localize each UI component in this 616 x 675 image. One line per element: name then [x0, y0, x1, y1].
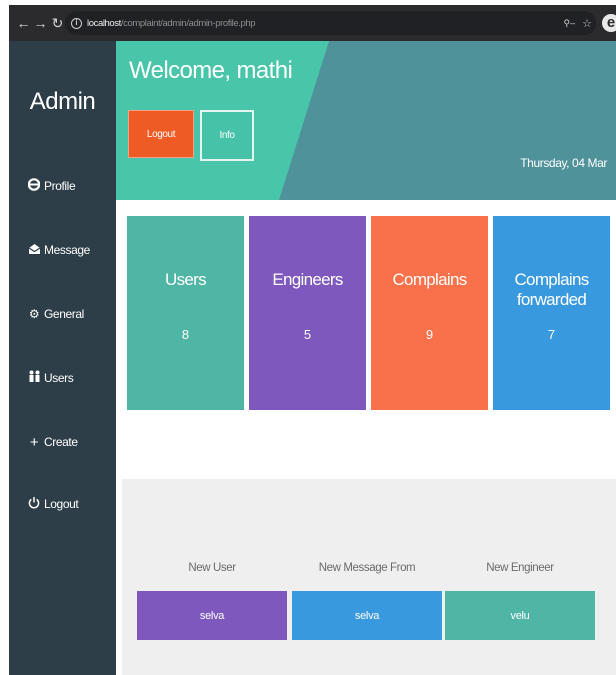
recent-label-new-engineer: New Engineer — [486, 562, 554, 574]
stat-card-title: Engineers — [272, 270, 343, 289]
sidebar-item-logout[interactable]: Logout — [28, 492, 79, 516]
info-button[interactable]: Info — [200, 110, 254, 161]
site-info-icon[interactable]: i — [71, 17, 82, 29]
back-arrow-icon[interactable]: ← — [15, 5, 32, 41]
user-icon — [27, 178, 41, 194]
url-host: localhost — [87, 17, 121, 29]
recent-value-new-message[interactable]: selva — [292, 591, 442, 640]
welcome-header: Welcome, mathi Logout Info Thursday, 04 … — [116, 41, 616, 200]
envelope-icon — [28, 243, 41, 258]
stat-card-complains-forwarded[interactable]: Complains forwarded 7 — [493, 216, 610, 410]
bookmark-star-icon[interactable]: ☆ — [582, 17, 592, 30]
stat-card-users[interactable]: Users 8 — [127, 216, 244, 410]
browser-profile-icon[interactable]: e — [602, 14, 616, 32]
sidebar-item-general[interactable]: ⚙ General — [28, 302, 84, 326]
recent-label-new-message: New Message From — [318, 562, 416, 574]
sidebar-item-label: Profile — [44, 179, 76, 193]
gear-icon: ⚙ — [28, 307, 40, 321]
power-icon — [28, 496, 40, 512]
browser-window: ← → ↻ i localhost/complaint/admin/admin-… — [9, 5, 616, 675]
plus-icon: + — [29, 433, 39, 451]
sidebar: Admin Profile Message ⚙ General Users + — [9, 41, 116, 675]
sidebar-item-message[interactable]: Message — [28, 238, 90, 262]
sidebar-item-users[interactable]: Users — [28, 366, 74, 390]
logout-button[interactable]: Logout — [128, 110, 194, 158]
sidebar-item-create[interactable]: + Create — [28, 430, 78, 454]
stat-card-title: Complains — [392, 270, 467, 289]
key-icon[interactable]: ⚲– — [564, 18, 576, 29]
current-date: Thursday, 04 Mar — [520, 156, 607, 170]
reload-icon[interactable]: ↻ — [49, 5, 66, 41]
stat-card-count: 7 — [547, 327, 556, 342]
url-path: /complaint/admin/admin-profile.php — [120, 17, 256, 29]
recent-label-new-user: New User — [188, 562, 236, 574]
browser-toolbar: ← → ↻ i localhost/complaint/admin/admin-… — [9, 5, 616, 41]
sidebar-item-label: General — [44, 307, 84, 321]
sidebar-item-label: Create — [44, 435, 78, 449]
sidebar-item-label: Users — [44, 371, 74, 385]
recent-value-new-engineer[interactable]: velu — [445, 591, 595, 640]
url-text[interactable]: localhost/complaint/admin/admin-profile.… — [87, 17, 256, 29]
stat-card-count: 8 — [181, 327, 190, 342]
recent-value-new-user[interactable]: selva — [137, 591, 287, 640]
forward-arrow-icon[interactable]: → — [32, 5, 49, 41]
users-icon — [28, 370, 40, 386]
stat-card-title: Complains forwarded — [514, 270, 589, 309]
recent-activity-panel: New User New Message From New Engineer s… — [122, 479, 616, 675]
stat-card-title: Users — [165, 270, 207, 289]
address-bar[interactable]: i localhost/complaint/admin/admin-profil… — [65, 11, 596, 35]
stat-card-count: 5 — [303, 327, 312, 342]
sidebar-item-label: Message — [44, 243, 90, 257]
stat-card-complains[interactable]: Complains 9 — [371, 216, 488, 410]
stat-card-count: 9 — [425, 327, 434, 342]
sidebar-item-profile[interactable]: Profile — [27, 174, 76, 198]
welcome-title: Welcome, mathi — [129, 57, 293, 84]
stat-card-engineers[interactable]: Engineers 5 — [249, 216, 366, 410]
sidebar-brand: Admin — [29, 88, 96, 115]
sidebar-item-label: Logout — [44, 497, 79, 511]
